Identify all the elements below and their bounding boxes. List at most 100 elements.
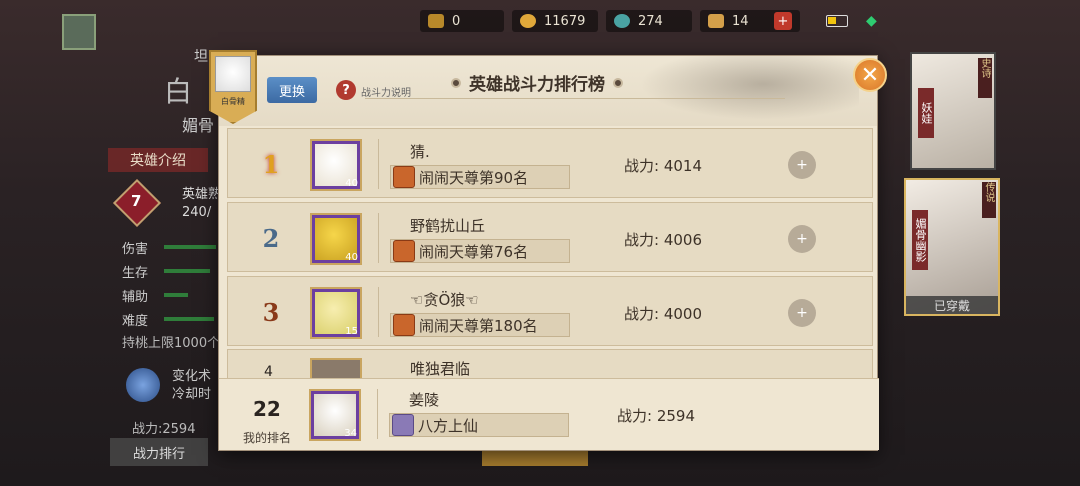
stat-damage-label: 伤害	[122, 242, 149, 257]
skill-cooldown: 冷却时	[172, 387, 212, 402]
my-ranking-row[interactable]: 22 我的排名 34 姜陵 八方上仙 战力: 2594	[219, 378, 879, 450]
player-title: 闹闹天尊第90名	[390, 165, 570, 189]
skill-icon[interactable]	[126, 368, 160, 402]
gold-coin-icon	[520, 14, 536, 28]
add-resource-button[interactable]: +	[774, 12, 792, 30]
row-divider	[377, 389, 378, 439]
skill-text: 变化术 冷却时	[172, 368, 211, 404]
dialog-title-wrap: 英雄战斗力排行榜	[451, 70, 623, 95]
proficiency-level: 7	[131, 192, 142, 210]
ranking-row[interactable]: 3 15 ☜贪Ö狼☜ 闹闹天尊第180名 战力: 4000 +	[227, 276, 873, 346]
help-icon[interactable]: ?	[336, 80, 356, 100]
stat-support-bar	[164, 293, 188, 297]
dialog-header: 白骨精 更换 ? 战斗力说明 英雄战斗力排行榜	[209, 50, 877, 126]
player-name: 猜.	[410, 143, 430, 161]
skin-card-2-name: 媚骨幽影	[912, 210, 928, 270]
stat-support-label: 辅助	[122, 290, 149, 305]
resource-jade[interactable]: 274	[606, 10, 692, 32]
player-level: 40	[345, 178, 358, 189]
skin-card-1[interactable]: 妖娃 史诗	[910, 52, 996, 170]
rank-number: 2	[262, 223, 280, 253]
player-level: 15	[345, 326, 358, 337]
title-icon	[393, 314, 415, 336]
my-rank-label: 我的排名	[243, 431, 292, 445]
player-name: ☜贪Ö狼☜	[410, 291, 479, 309]
stat-damage-bar	[164, 245, 216, 249]
my-title-text: 八方上仙	[418, 416, 479, 435]
energy-icon	[428, 14, 444, 28]
player-power: 战力: 4006	[624, 231, 702, 249]
stat-difficulty-label: 难度	[122, 314, 149, 329]
ink-decoration	[619, 56, 859, 126]
lantern-icon	[62, 14, 96, 50]
ranking-row[interactable]: 1 40 猜. 闹闹天尊第90名 战力: 4014 +	[227, 128, 873, 198]
ranking-row[interactable]: 2 40 野鹤扰山丘 闹闹天尊第76名 战力: 4006 +	[227, 202, 873, 272]
stat-survival-label: 生存	[122, 266, 149, 281]
rank-number: 1	[262, 149, 280, 179]
row-divider	[378, 139, 379, 189]
title-icon	[393, 166, 415, 188]
hero-skin-name: 媚骨	[182, 116, 215, 135]
swap-hero-button[interactable]: 更换	[267, 77, 317, 103]
stat-difficulty-bar	[164, 317, 214, 321]
rank-4-medal: 4	[264, 364, 273, 379]
my-name: 姜陵	[409, 391, 440, 409]
player-portrait[interactable]: 15	[310, 287, 362, 339]
hero-intro-tab[interactable]: 英雄介绍	[108, 148, 208, 172]
skin-card-2-rarity: 传说	[982, 182, 996, 218]
hero-name: 白	[164, 75, 193, 108]
title-icon	[392, 414, 414, 436]
rank-number: 4	[264, 364, 273, 379]
add-friend-icon[interactable]: +	[788, 151, 816, 179]
player-title: 闹闹天尊第76名	[390, 239, 570, 263]
current-hero-name: 白骨精	[221, 97, 245, 106]
hero-role-label: 坦	[194, 49, 208, 65]
resource-energy[interactable]: 0	[420, 10, 504, 32]
my-portrait[interactable]: 34	[309, 389, 361, 441]
resource-jade-value: 274	[638, 13, 663, 29]
stat-survival-bar	[164, 269, 210, 273]
my-title: 八方上仙	[389, 413, 569, 437]
add-friend-icon[interactable]: +	[788, 225, 816, 253]
close-button[interactable]: ✕	[853, 58, 887, 92]
resource-gold[interactable]: 11679	[512, 10, 598, 32]
gate-icon	[708, 14, 724, 28]
player-portrait[interactable]: 40	[310, 213, 362, 265]
status-bar: 0 11679 274 14 + ◆	[420, 8, 1070, 34]
row-divider	[378, 213, 379, 263]
resource-gate-value: 14	[732, 13, 749, 29]
current-hero-banner: 白骨精	[209, 50, 257, 124]
power-rank-tab[interactable]: 战力排行	[110, 438, 208, 466]
player-power: 战力: 4000	[624, 305, 702, 323]
resource-energy-value: 0	[452, 13, 461, 29]
skin-card-2-equipped: 已穿戴	[906, 296, 998, 314]
proficiency-value: 240/	[182, 205, 212, 220]
add-friend-icon[interactable]: +	[788, 299, 816, 327]
peach-limit-text: 持桃上限1000个	[122, 336, 221, 351]
player-name: 野鹤扰山丘	[410, 217, 486, 235]
player-name: 唯独君临	[410, 360, 471, 378]
resource-gold-value: 11679	[544, 13, 586, 29]
hero-power-text: 战力:2594	[132, 422, 196, 437]
resource-gate[interactable]: 14 +	[700, 10, 800, 32]
player-portrait[interactable]: 40	[310, 139, 362, 191]
skin-card-2[interactable]: 媚骨幽影 传说 已穿戴	[904, 178, 1000, 316]
my-level: 34	[344, 428, 357, 439]
battery-icon	[826, 15, 848, 27]
title-ornament-left	[451, 77, 461, 88]
ranking-row-partial[interactable]: 4 唯独君临	[227, 349, 873, 379]
rank-1-medal: 1	[246, 147, 296, 181]
rank-3-medal: 3	[246, 295, 296, 329]
proficiency-text: 英雄熟 240/	[182, 186, 221, 222]
skin-card-1-rarity: 史诗	[978, 58, 992, 98]
player-title: 闹闹天尊第180名	[390, 313, 570, 337]
rank-2-medal: 2	[246, 221, 296, 255]
row-divider	[378, 287, 379, 337]
power-explanation-link[interactable]: 战斗力说明	[361, 84, 411, 99]
player-portrait[interactable]	[310, 358, 362, 378]
hero-power-ranking-dialog: 白骨精 更换 ? 战斗力说明 英雄战斗力排行榜 ✕ 1 40 猜. 闹闹天尊第9…	[209, 50, 887, 451]
dialog-title: 英雄战斗力排行榜	[469, 75, 605, 95]
player-title-text: 闹闹天尊第76名	[419, 242, 529, 261]
wifi-icon: ◆	[866, 13, 877, 29]
player-power: 战力: 4014	[624, 157, 702, 175]
